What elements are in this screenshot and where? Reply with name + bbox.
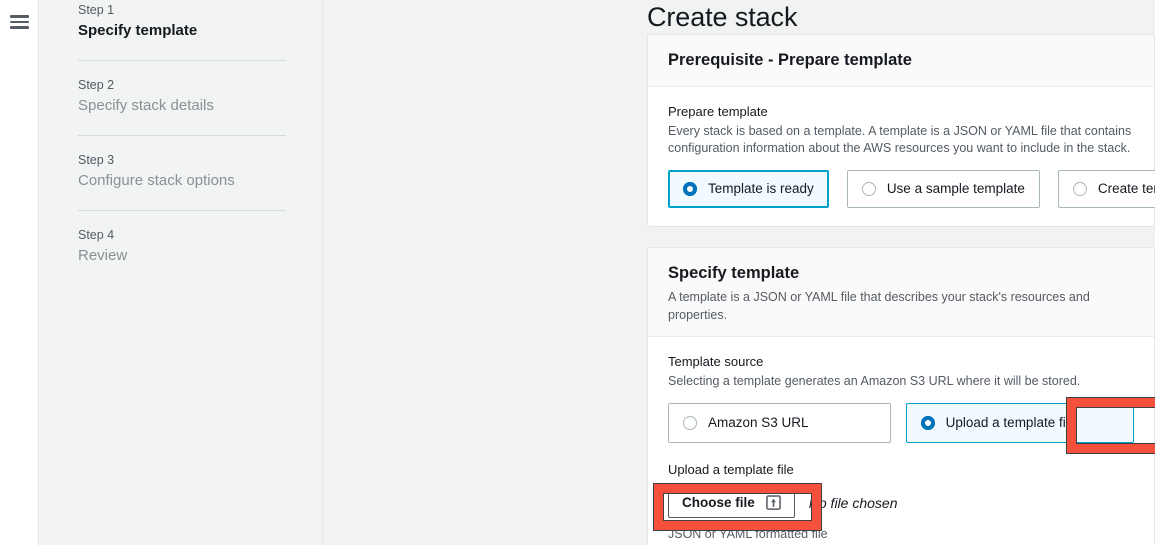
template-source-label: Template source: [668, 354, 764, 369]
step-label[interactable]: Specify template: [78, 19, 286, 42]
upload-a-template-file-label: Upload a template file: [668, 462, 794, 477]
upload-icon: [765, 495, 781, 510]
prerequisite-panel: Prerequisite - Prepare template Prepare …: [647, 34, 1155, 227]
content-wrapper: Prerequisite - Prepare template Prepare …: [323, 34, 1155, 545]
sidebar-step-4[interactable]: Step 4 Review: [78, 225, 286, 267]
radio-tile-upload-a-template-file[interactable]: Upload a template file: [905, 403, 1134, 443]
radio-tile-label: Create template in Designer: [1097, 181, 1155, 196]
step-divider: [78, 60, 286, 61]
template-source-col-left: Amazon S3 URL: [668, 403, 891, 443]
sidebar-step-2[interactable]: Step 2 Specify stack details: [78, 75, 286, 117]
no-file-chosen-text: No file chosen: [808, 494, 898, 511]
radio-button-selected-icon[interactable]: [920, 416, 935, 430]
radio-button-icon[interactable]: [1072, 182, 1087, 196]
template-source-description: Selecting a template generates an Amazon…: [668, 374, 1081, 388]
main-content: Create stack Prerequisite - Prepare temp…: [323, 0, 1155, 545]
prerequisite-panel-header: Prerequisite - Prepare template: [648, 35, 1154, 87]
file-format-hint: JSON or YAML formatted file: [668, 527, 828, 541]
radio-tile-amazon-s3-url[interactable]: Amazon S3 URL: [668, 403, 891, 443]
specify-template-panel-body: Template source Selecting a template gen…: [648, 337, 1154, 545]
step-divider: [78, 135, 286, 136]
panel-title: Prerequisite - Prepare template: [668, 51, 912, 69]
radio-tile-label: Upload a template file: [945, 415, 1077, 430]
file-chooser-row: Choose file No file chosen: [668, 487, 1134, 518]
step-divider: [78, 210, 286, 211]
page-title: Create stack: [647, 2, 798, 32]
step-number: Step 3: [78, 153, 115, 167]
template-source-radio-group: Amazon S3 URL Upload a template file: [668, 403, 1134, 443]
prepare-template-label: Prepare template: [668, 104, 768, 119]
step-number: Step 4: [78, 228, 115, 242]
hamburger-icon[interactable]: [10, 15, 29, 29]
prepare-template-description: Every stack is based on a template. A te…: [668, 124, 1132, 155]
choose-file-button[interactable]: Choose file: [668, 487, 795, 518]
radio-tile-label: Use a sample template: [886, 181, 1025, 196]
step-label[interactable]: Specify stack details: [78, 94, 286, 117]
sidebar-step-1[interactable]: Step 1 Specify template: [78, 0, 286, 42]
panel-title: Specify template: [668, 264, 800, 282]
step-label[interactable]: Review: [78, 244, 286, 267]
radio-button-icon[interactable]: [861, 182, 876, 196]
step-label[interactable]: Configure stack options: [78, 169, 286, 192]
radio-tile-use-a-sample-template[interactable]: Use a sample template: [846, 170, 1040, 208]
step-number: Step 2: [78, 78, 115, 92]
radio-tile-label: Amazon S3 URL: [708, 415, 809, 430]
panel-subtitle: A template is a JSON or YAML file that d…: [668, 290, 1090, 322]
specify-template-panel: Specify template A template is a JSON or…: [647, 247, 1155, 545]
radio-tile-create-template-in-designer[interactable]: Create template in Designer: [1057, 170, 1155, 208]
hamburger-bar: [10, 20, 29, 24]
radio-button-icon[interactable]: [683, 416, 697, 430]
prepare-template-radio-group: Template is ready Use a sample template …: [668, 170, 1155, 208]
wizard-sidebar: Step 1 Specify template Step 2 Specify s…: [39, 0, 323, 545]
sidebar-step-3[interactable]: Step 3 Configure stack options: [78, 150, 286, 192]
left-rail: [0, 0, 39, 545]
radio-tile-template-is-ready[interactable]: Template is ready: [668, 170, 829, 208]
choose-file-button-label: Choose file: [682, 494, 755, 510]
hamburger-bar: [10, 26, 29, 29]
hamburger-bar: [10, 15, 29, 18]
prerequisite-panel-body: Prepare template Every stack is based on…: [648, 87, 1155, 226]
create-stack-page: Step 1 Specify template Step 2 Specify s…: [0, 0, 1155, 545]
radio-button-selected-icon[interactable]: [683, 182, 697, 196]
radio-tile-label: Template is ready: [708, 181, 814, 196]
step-number: Step 1: [78, 3, 115, 17]
specify-template-panel-header: Specify template A template is a JSON or…: [648, 248, 1154, 337]
template-source-col-right: Upload a template file: [905, 403, 1134, 443]
